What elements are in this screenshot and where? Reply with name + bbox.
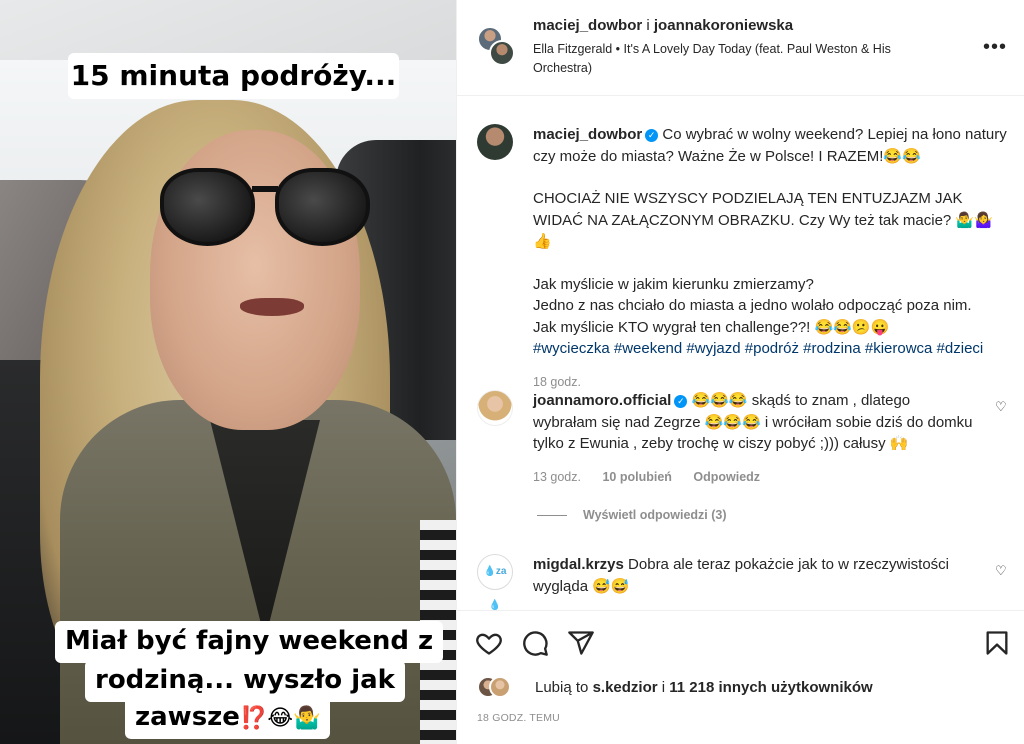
liker-username[interactable]: s.kedzior bbox=[593, 679, 658, 696]
author-link-1[interactable]: maciej_dowbor bbox=[533, 17, 642, 34]
video-caption-emoji: ⁉️😂🤷‍♂️ bbox=[239, 706, 321, 731]
caption-username[interactable]: maciej_dowbor bbox=[533, 126, 642, 143]
caption-text-p3a: Jak myślicie w jakim kierunku zmierzamy? bbox=[533, 275, 814, 293]
comment-body: joannamoro.official ✓ 😂😂😂 skądś to znam ,… bbox=[533, 390, 973, 488]
caption-body: maciej_dowbor ✓ Co wybrać w wolny weekend… bbox=[533, 124, 1007, 393]
comment-timestamp[interactable]: 13 godz. bbox=[533, 470, 581, 484]
avatar[interactable] bbox=[477, 390, 513, 426]
avatar bbox=[489, 40, 515, 66]
sunglasses-lens-left bbox=[160, 168, 255, 246]
likes-mid: i bbox=[661, 679, 666, 696]
comment-username[interactable]: joannamoro.official bbox=[533, 392, 671, 409]
comment-icon[interactable] bbox=[521, 629, 549, 657]
post-time-ago[interactable]: 18 GODZ. TEMU bbox=[477, 712, 560, 724]
video-caption-bottom-line2: rodziną... wyszło jak bbox=[85, 660, 405, 702]
video-caption-top: 15 minuta podróży... bbox=[68, 53, 399, 99]
likes-summary: Lubią to s.kedzior i 11 218 innych użytk… bbox=[535, 679, 873, 696]
avatar[interactable]: 💧za💧 bbox=[477, 554, 513, 611]
avatar bbox=[489, 676, 511, 698]
author-separator: i bbox=[646, 17, 650, 34]
avatar[interactable] bbox=[477, 124, 513, 160]
comment-meta: 13 godz. 10 polubień Odpowiedz bbox=[533, 467, 973, 489]
caption-text-p2: CHOCIAŻ NIE WSZYSCY PODZIELAJĄ TEN ENTUZ… bbox=[533, 190, 993, 250]
video-player[interactable]: 15 minuta podróży... Miał być fajny week… bbox=[0, 0, 456, 744]
view-replies-button[interactable]: Wyświetl odpowiedzi (3) bbox=[537, 508, 727, 522]
post-authors: maciej_dowbor i joannakoroniewska bbox=[533, 17, 793, 34]
caption-hashtags[interactable]: #wycieczka #weekend #wyjazd #podróż #rod… bbox=[533, 338, 1007, 360]
view-replies-label: Wyświetl odpowiedzi (3) bbox=[583, 508, 727, 522]
likes-prefix: Lubią to bbox=[535, 679, 589, 696]
paper-plane-icon[interactable] bbox=[567, 629, 595, 657]
replies-dash bbox=[537, 515, 567, 517]
video-caption-bottom-line3-text: zawsze bbox=[135, 702, 240, 732]
caption-text-p3b: Jedno z nas chciało do miasta a jedno wo… bbox=[533, 297, 972, 314]
comment-reply-button[interactable]: Odpowiedz bbox=[693, 470, 760, 484]
collab-avatars[interactable] bbox=[477, 26, 517, 66]
video-caption-bottom-line3: zawsze⁉️😂🤷‍♂️ bbox=[125, 697, 331, 739]
more-dots-icon[interactable]: ••• bbox=[983, 36, 1007, 59]
sunglasses-lens-right bbox=[275, 168, 370, 246]
post-panel: maciej_dowbor i joannakoroniewska Ella F… bbox=[456, 0, 1024, 744]
likers-avatars[interactable] bbox=[477, 676, 517, 698]
verified-badge-icon: ✓ bbox=[645, 129, 659, 142]
bookmark-icon[interactable] bbox=[983, 629, 1011, 657]
heart-icon[interactable]: ♡ bbox=[995, 564, 1009, 578]
heart-icon[interactable] bbox=[475, 629, 503, 657]
post-header: maciej_dowbor i joannakoroniewska Ella F… bbox=[457, 0, 1024, 96]
sunglasses-bridge bbox=[252, 186, 278, 192]
comment-likes-count[interactable]: 10 polubień bbox=[602, 470, 671, 484]
woman-mouth bbox=[240, 298, 304, 316]
likes-count-link[interactable]: 11 218 innych użytkowników bbox=[669, 679, 872, 696]
action-bar bbox=[457, 610, 1024, 672]
video-caption-bottom-line1: Miał być fajny weekend z bbox=[55, 621, 444, 663]
author-link-2[interactable]: joannakoroniewska bbox=[654, 17, 793, 34]
caption-text-p3c: Jak myślicie KTO wygrał ten challenge??!… bbox=[533, 318, 890, 336]
sunglasses bbox=[160, 168, 370, 250]
caption-timestamp[interactable]: 18 godz. bbox=[533, 375, 581, 389]
comment-body: migdal.krzys Dobra ale teraz pokażcie ja… bbox=[533, 554, 973, 597]
comment-username[interactable]: migdal.krzys bbox=[533, 556, 624, 573]
heart-icon[interactable]: ♡ bbox=[995, 400, 1009, 414]
verified-badge-icon: ✓ bbox=[674, 395, 688, 408]
music-track-link[interactable]: Ella Fitzgerald • It's A Lovely Day Toda… bbox=[533, 40, 933, 78]
